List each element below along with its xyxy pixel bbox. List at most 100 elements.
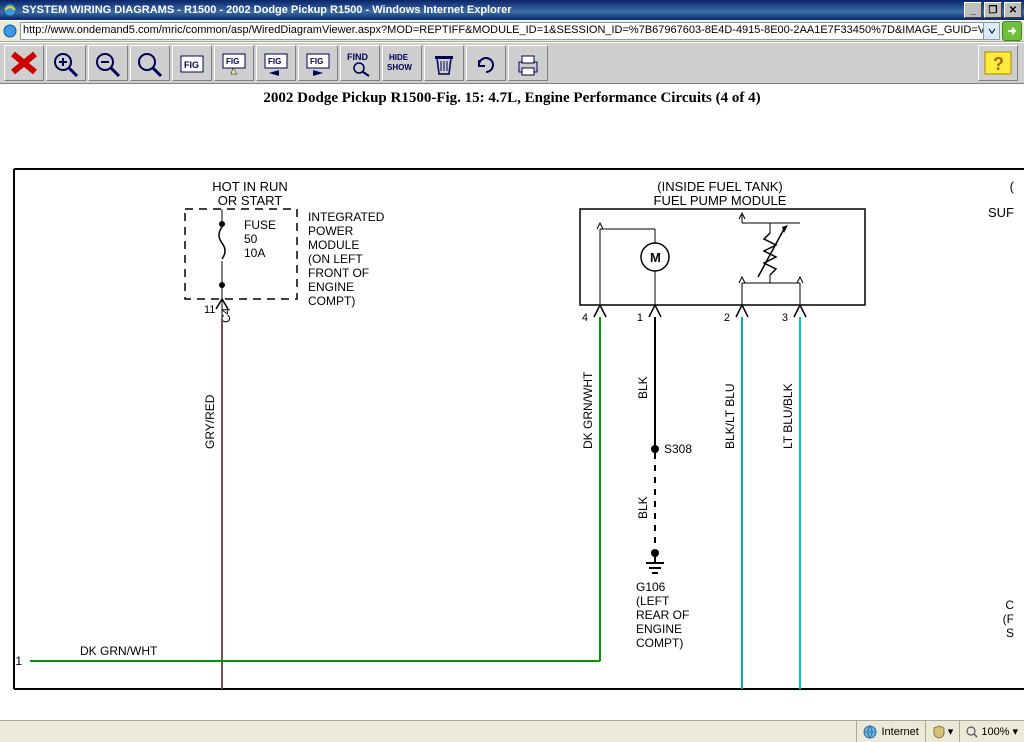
zoom-out-icon bbox=[91, 48, 125, 78]
label-motor-m: M bbox=[650, 250, 661, 265]
ie-icon bbox=[2, 2, 18, 18]
zoom-cell[interactable]: 100% ▾ bbox=[959, 721, 1024, 742]
label-fuel-pump-module: FUEL PUMP MODULE bbox=[654, 193, 787, 208]
svg-text:?: ? bbox=[993, 54, 1004, 74]
label-pin3: 3 bbox=[782, 312, 788, 324]
label-far-right3: C bbox=[1005, 598, 1014, 612]
refresh-icon bbox=[469, 48, 503, 78]
app-toolbar: FIG FIG FIG FIG FIND HIDESHOW ? bbox=[0, 42, 1024, 84]
document-title: 2002 Dodge Pickup R1500-Fig. 15: 4.7L, E… bbox=[0, 84, 1024, 109]
fig-prev-icon: FIG bbox=[259, 48, 293, 78]
label-ipm4: (ON LEFT bbox=[308, 252, 363, 266]
label-blk-lower: BLK bbox=[636, 496, 650, 519]
fig-hand-button[interactable]: FIG bbox=[214, 45, 254, 81]
fig-button[interactable]: FIG bbox=[172, 45, 212, 81]
label-blkltblu: BLK/LT BLU bbox=[723, 383, 737, 449]
fig-next-icon: FIG bbox=[301, 48, 335, 78]
fig-hand-icon: FIG bbox=[217, 48, 251, 78]
connector-pins bbox=[594, 305, 806, 317]
label-far-right1: ( bbox=[1010, 179, 1015, 194]
url-input[interactable]: http://www.ondemand5.com/mric/common/asp… bbox=[20, 22, 984, 40]
find-icon: FIND bbox=[343, 48, 377, 78]
label-pin2: 2 bbox=[724, 312, 730, 324]
protected-mode-cell[interactable]: ▾ bbox=[925, 721, 960, 742]
hide-show-icon: HIDESHOW bbox=[385, 48, 419, 78]
print-button[interactable] bbox=[508, 45, 548, 81]
zoom-out-button[interactable] bbox=[88, 45, 128, 81]
zoom-in-icon bbox=[49, 48, 83, 78]
label-fuse-num: 50 bbox=[244, 232, 258, 246]
zoom-in-button[interactable] bbox=[46, 45, 86, 81]
refresh-button[interactable] bbox=[466, 45, 506, 81]
label-ipm1: INTEGRATED bbox=[308, 210, 385, 224]
hide-show-button[interactable]: HIDESHOW bbox=[382, 45, 422, 81]
label-hot-in-run: HOT IN RUN bbox=[212, 179, 288, 194]
svg-text:FIND: FIND bbox=[347, 52, 368, 62]
label-fuse: FUSE bbox=[244, 218, 276, 232]
trash-button[interactable] bbox=[424, 45, 464, 81]
arrow-right-icon bbox=[1006, 25, 1018, 37]
help-icon: ? bbox=[981, 48, 1015, 78]
zoom-label: 100% bbox=[981, 726, 1009, 738]
svg-text:SHOW: SHOW bbox=[387, 63, 412, 72]
label-ltblublk: LT BLU/BLK bbox=[781, 383, 795, 449]
help-button[interactable]: ? bbox=[978, 45, 1018, 81]
zoom-fit-button[interactable] bbox=[130, 45, 170, 81]
chevron-down-icon bbox=[988, 27, 996, 35]
label-pin4: 4 bbox=[582, 312, 588, 324]
globe-icon bbox=[863, 725, 877, 739]
label-ipm6: ENGINE bbox=[308, 280, 354, 294]
label-g106-4: COMPT) bbox=[636, 636, 683, 650]
label-gryred: GRY/RED bbox=[203, 394, 217, 449]
status-bar: Internet ▾ 100% ▾ bbox=[0, 720, 1024, 742]
fig-prev-button[interactable]: FIG bbox=[256, 45, 296, 81]
label-s308: S308 bbox=[664, 442, 692, 456]
label-or-start: OR START bbox=[218, 193, 283, 208]
go-button[interactable] bbox=[1002, 21, 1022, 41]
label-g106: G106 bbox=[636, 580, 666, 594]
label-ipm3: MODULE bbox=[308, 238, 359, 252]
find-button[interactable]: FIND bbox=[340, 45, 380, 81]
label-pin1r: 1 bbox=[637, 312, 643, 324]
label-far-right4: (F bbox=[1003, 612, 1014, 626]
wiring-diagram: HOT IN RUN OR START FUSE 50 10A INTEGRAT… bbox=[0, 149, 1024, 709]
svg-text:HIDE: HIDE bbox=[389, 53, 409, 62]
zone-label: Internet bbox=[881, 726, 918, 738]
label-far-right5: S bbox=[1006, 626, 1014, 640]
fig-icon: FIG bbox=[175, 48, 209, 78]
svg-text:FIG: FIG bbox=[226, 57, 239, 66]
label-g106-2: REAR OF bbox=[636, 608, 689, 622]
print-icon bbox=[511, 48, 545, 78]
ipm-box bbox=[185, 209, 297, 299]
label-blk-upper: BLK bbox=[636, 376, 650, 399]
window-title: SYSTEM WIRING DIAGRAMS - R1500 - 2002 Do… bbox=[22, 4, 962, 16]
svg-text:FIG: FIG bbox=[310, 57, 323, 66]
label-ipm5: FRONT OF bbox=[308, 266, 369, 280]
label-g106-1: (LEFT bbox=[636, 594, 670, 608]
svg-text:FIG: FIG bbox=[268, 57, 281, 66]
close-button[interactable]: ✕ bbox=[1004, 2, 1022, 18]
fuel-pump-box bbox=[580, 209, 865, 305]
window-titlebar: SYSTEM WIRING DIAGRAMS - R1500 - 2002 Do… bbox=[0, 0, 1024, 20]
minimize-button[interactable]: _ bbox=[964, 2, 982, 18]
zoom-fit-icon bbox=[133, 48, 167, 78]
page-icon bbox=[2, 23, 18, 39]
label-ipm2: POWER bbox=[308, 224, 354, 238]
trash-icon bbox=[427, 48, 461, 78]
shield-icon bbox=[932, 725, 946, 739]
label-far-right2: SUF bbox=[988, 205, 1014, 220]
security-zone: Internet bbox=[856, 721, 924, 742]
label-pin1-left: 1 bbox=[15, 654, 22, 668]
diagram-viewport[interactable]: 2002 Dodge Pickup R1500-Fig. 15: 4.7L, E… bbox=[0, 84, 1024, 720]
url-dropdown[interactable] bbox=[984, 22, 1000, 40]
restore-button[interactable]: ❐ bbox=[984, 2, 1002, 18]
close-x-button[interactable] bbox=[4, 45, 44, 81]
svg-text:FIG: FIG bbox=[184, 60, 199, 70]
label-dkgrnwht-bottom: DK GRN/WHT bbox=[80, 644, 158, 658]
label-pin11: 11 bbox=[204, 304, 215, 316]
label-ipm7: COMPT) bbox=[308, 294, 355, 308]
label-inside-fuel-tank: (INSIDE FUEL TANK) bbox=[657, 179, 782, 194]
zoom-level-icon bbox=[966, 726, 978, 738]
label-fuse-amp: 10A bbox=[244, 246, 265, 260]
fig-next-button[interactable]: FIG bbox=[298, 45, 338, 81]
